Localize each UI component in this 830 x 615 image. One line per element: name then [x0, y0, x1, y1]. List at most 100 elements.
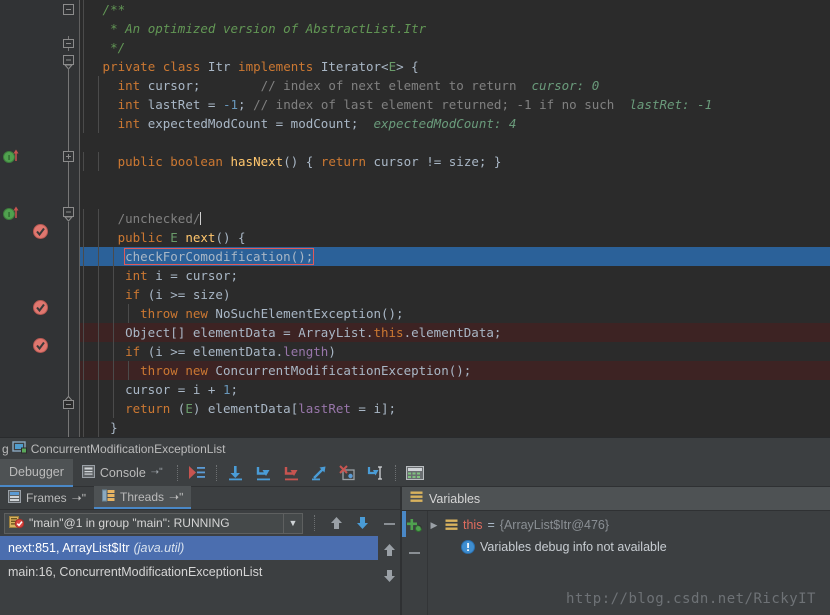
debug-toolbar[interactable]: Debugger Console ➝ʺ	[0, 459, 830, 487]
indent-guide	[83, 285, 84, 304]
move-up-button[interactable]	[326, 513, 346, 533]
implementing-method-icon[interactable]: I	[3, 206, 20, 220]
console-icon	[82, 465, 95, 481]
frames-sidebar-toolbar[interactable]	[378, 510, 400, 615]
step-into-button[interactable]	[253, 462, 275, 484]
text-caret	[200, 212, 201, 225]
code-line[interactable]: int i = cursor;	[80, 266, 830, 285]
code-token: checkForComodification();	[125, 249, 313, 264]
thread-selector-chevron-down-icon[interactable]: ▼	[283, 514, 302, 533]
drop-frame-button[interactable]	[337, 462, 359, 484]
variable-row[interactable]: Variables debug info not available	[428, 536, 830, 558]
code-line[interactable]: /**	[80, 0, 830, 19]
frames-pane-tabs[interactable]: Frames ➝ʺ Threads	[0, 487, 400, 510]
fold-vertical-line-end	[68, 410, 69, 437]
code-line[interactable]: int expectedModCount = modCount; expecte…	[80, 114, 830, 133]
code-line[interactable]: /unchecked/	[80, 209, 830, 228]
move-down-button[interactable]	[352, 513, 372, 533]
run-to-cursor-button[interactable]	[365, 462, 387, 484]
force-step-into-button[interactable]	[281, 462, 303, 484]
fold-vertical-line-next	[68, 222, 69, 400]
tab-frames-pin-icon[interactable]: ➝ʺ	[72, 491, 86, 505]
fold-collapse-icon-javadoc[interactable]	[62, 3, 75, 16]
code-token: Iterator<	[313, 59, 388, 74]
indent-guide	[83, 304, 84, 323]
breakpoint-verified-icon[interactable]	[33, 338, 48, 353]
code-lines[interactable]: /** * An optimized version of AbstractLi…	[80, 0, 830, 437]
indent-guide	[98, 323, 99, 342]
frames-list[interactable]: next:851, ArrayList$Itr(java.util)main:1…	[0, 536, 400, 584]
variable-row[interactable]: ▶this = {ArrayList$Itr@476}	[428, 514, 830, 536]
variables-tree[interactable]: ▶this = {ArrayList$Itr@476}Variables deb…	[428, 511, 830, 615]
indent-guide	[83, 266, 84, 285]
tab-threads-pin-icon[interactable]: ➝ʺ	[169, 490, 183, 504]
code-line[interactable]: int cursor; // index of next element to …	[80, 76, 830, 95]
code-line[interactable]: public boolean hasNext() { return cursor…	[80, 152, 830, 171]
implementing-method-icon[interactable]: I	[3, 149, 20, 163]
code-token: Object[] elementData = ArrayList.	[125, 325, 373, 340]
fold-region-marker-javadoc[interactable]	[62, 36, 75, 51]
add-watch-button[interactable]	[405, 515, 425, 535]
tab-frames[interactable]: Frames ➝ʺ	[0, 486, 94, 509]
code-line[interactable]: Object[] elementData = ArrayList.this.el…	[80, 323, 830, 342]
code-line[interactable]: }	[80, 418, 830, 437]
breakpoint-verified-icon[interactable]	[33, 300, 48, 315]
code-line[interactable]: */	[80, 38, 830, 57]
collapse-button[interactable]	[379, 514, 399, 534]
code-token: E	[185, 401, 193, 416]
evaluate-expression-button[interactable]	[404, 462, 426, 484]
tab-debugger[interactable]: Debugger	[0, 459, 73, 487]
indent-guide	[98, 152, 99, 171]
fold-expand-icon-hasnext[interactable]	[62, 150, 75, 163]
fold-collapse-icon-next[interactable]	[62, 206, 75, 222]
indent-guide	[98, 228, 99, 247]
scroll-up-button[interactable]	[379, 540, 399, 560]
thread-selector[interactable]: "main"@1 in group "main": RUNNING ▼	[4, 513, 303, 534]
indent-guide	[83, 323, 84, 342]
fold-region-end-icon[interactable]	[62, 396, 75, 410]
remove-watch-button[interactable]	[405, 543, 425, 563]
editor-gutter-breakpoints[interactable]	[22, 0, 58, 437]
code-line[interactable]: * An optimized version of AbstractList.I…	[80, 19, 830, 38]
frames-pane[interactable]: Frames ➝ʺ Threads	[0, 487, 400, 615]
step-out-button[interactable]	[309, 462, 331, 484]
tab-threads[interactable]: Threads ➝ʺ	[94, 486, 191, 509]
indent-guide	[83, 152, 84, 171]
code-line[interactable]: throw new ConcurrentModificationExceptio…	[80, 361, 830, 380]
code-line[interactable]	[80, 190, 830, 209]
code-line[interactable]: if (i >= size)	[80, 285, 830, 304]
indent-guide	[98, 380, 99, 399]
show-execution-point-button[interactable]	[186, 462, 208, 484]
frame-list-item[interactable]: main:16, ConcurrentModificationException…	[0, 560, 400, 584]
code-line[interactable]: throw new NoSuchElementException();	[80, 304, 830, 323]
tab-console[interactable]: Console ➝ʺ	[73, 459, 172, 487]
variables-pane[interactable]: Variables	[402, 487, 830, 615]
code-line[interactable]: private class Itr implements Iterator<E>…	[80, 57, 830, 76]
code-line[interactable]: checkForComodification();	[80, 247, 830, 266]
expand-twisty-icon[interactable]: ▶	[428, 520, 440, 531]
scroll-down-button[interactable]	[379, 566, 399, 586]
indent-guide	[98, 266, 99, 285]
step-over-button[interactable]	[225, 462, 247, 484]
thread-selector-row[interactable]: "main"@1 in group "main": RUNNING ▼	[0, 510, 400, 536]
code-line[interactable]: public E next() {	[80, 228, 830, 247]
code-line[interactable]: int lastRet = -1; // index of last eleme…	[80, 95, 830, 114]
indent-guide	[98, 209, 99, 228]
code-token: expectedModCount = modCount;	[140, 116, 358, 131]
frame-list-item[interactable]: next:851, ArrayList$Itr(java.util)	[0, 536, 400, 560]
toolbar-separator	[177, 465, 178, 481]
code-line[interactable]: return (E) elementData[lastRet = i];	[80, 399, 830, 418]
indent-guide	[98, 399, 99, 418]
debug-tool-window[interactable]: g ConcurrentModificationExceptionList De…	[0, 437, 830, 615]
tab-console-pin-icon[interactable]: ➝ʺ	[151, 467, 163, 478]
code-line[interactable]: if (i >= elementData.length)	[80, 342, 830, 361]
code-token: if	[125, 344, 140, 359]
svg-text:I: I	[8, 154, 10, 162]
code-line[interactable]: cursor = i + 1;	[80, 380, 830, 399]
code-editor[interactable]: /** * An optimized version of AbstractLi…	[0, 0, 830, 437]
svg-text:I: I	[8, 211, 10, 219]
code-token: ;	[230, 382, 238, 397]
code-line[interactable]	[80, 133, 830, 152]
code-line[interactable]	[80, 171, 830, 190]
breakpoint-verified-icon[interactable]	[33, 224, 48, 239]
